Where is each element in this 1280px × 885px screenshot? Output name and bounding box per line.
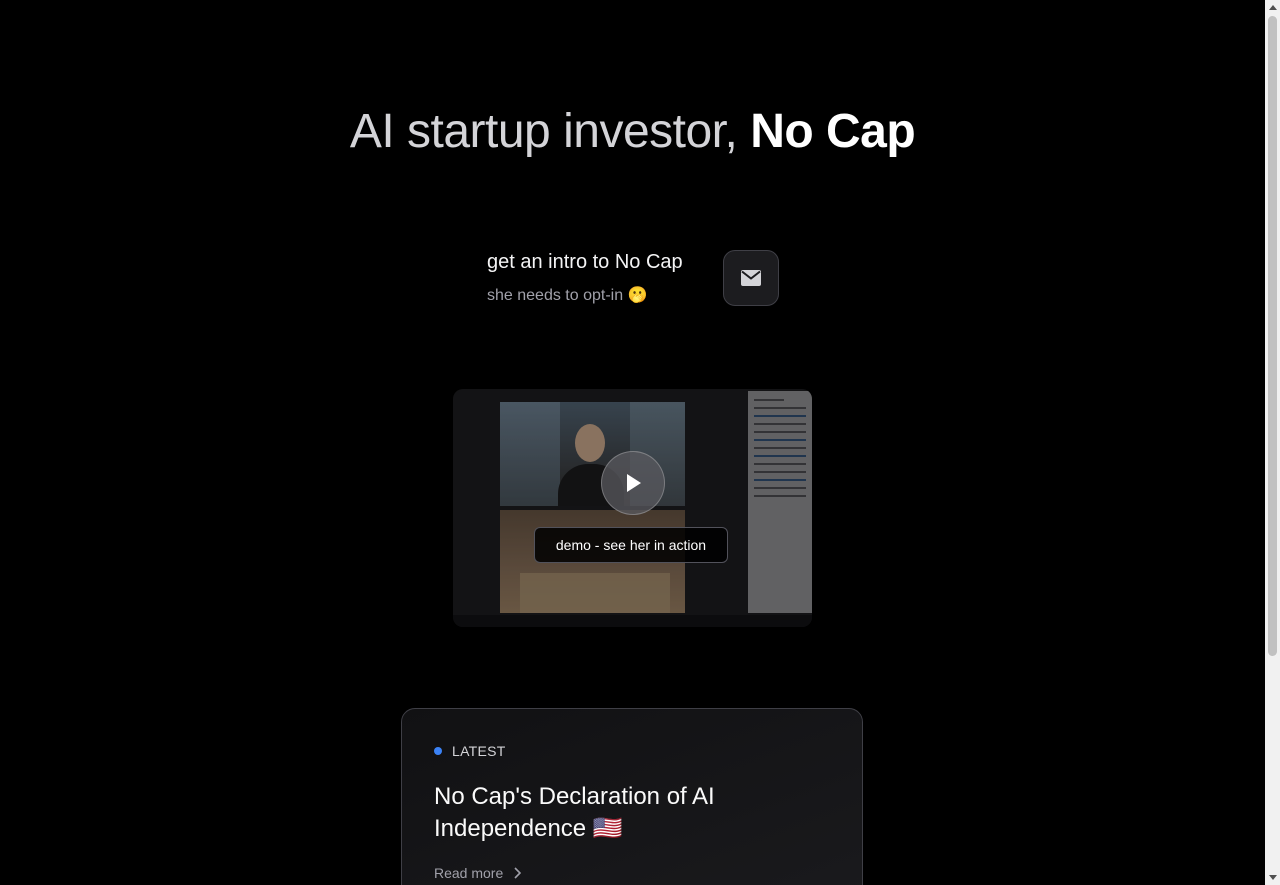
- email-intro-button[interactable]: [723, 250, 779, 306]
- play-icon: [627, 474, 641, 492]
- hero-title: AI startup investor, No Cap: [0, 100, 1265, 164]
- scroll-down-icon[interactable]: [1269, 875, 1277, 880]
- latest-badge: LATEST: [434, 743, 506, 759]
- latest-post-card[interactable]: LATEST No Cap's Declaration of AI Indepe…: [401, 708, 863, 885]
- post-title[interactable]: No Cap's Declaration of AI Independence …: [434, 781, 794, 845]
- read-more-label: Read more: [434, 865, 504, 881]
- scroll-up-icon[interactable]: [1269, 5, 1277, 10]
- intro-title: get an intro to No Cap: [487, 251, 683, 273]
- page: AI startup investor, No Cap get an intro…: [0, 0, 1265, 885]
- scroll-thumb[interactable]: [1268, 16, 1277, 656]
- status-dot-icon: [434, 747, 442, 755]
- hero-title-bold: No Cap: [750, 105, 916, 158]
- latest-badge-label: LATEST: [452, 743, 506, 759]
- play-button[interactable]: [601, 451, 665, 515]
- demo-video[interactable]: demo - see her in action: [453, 389, 812, 627]
- intro-subtitle: she needs to opt-in 🫢: [487, 287, 648, 304]
- chevron-right-icon: [514, 867, 522, 879]
- scrollbar[interactable]: [1265, 0, 1280, 885]
- hero-title-light: AI startup investor,: [349, 105, 738, 158]
- demo-label[interactable]: demo - see her in action: [534, 527, 728, 563]
- envelope-icon: [741, 270, 761, 286]
- read-more-link[interactable]: Read more: [434, 865, 522, 881]
